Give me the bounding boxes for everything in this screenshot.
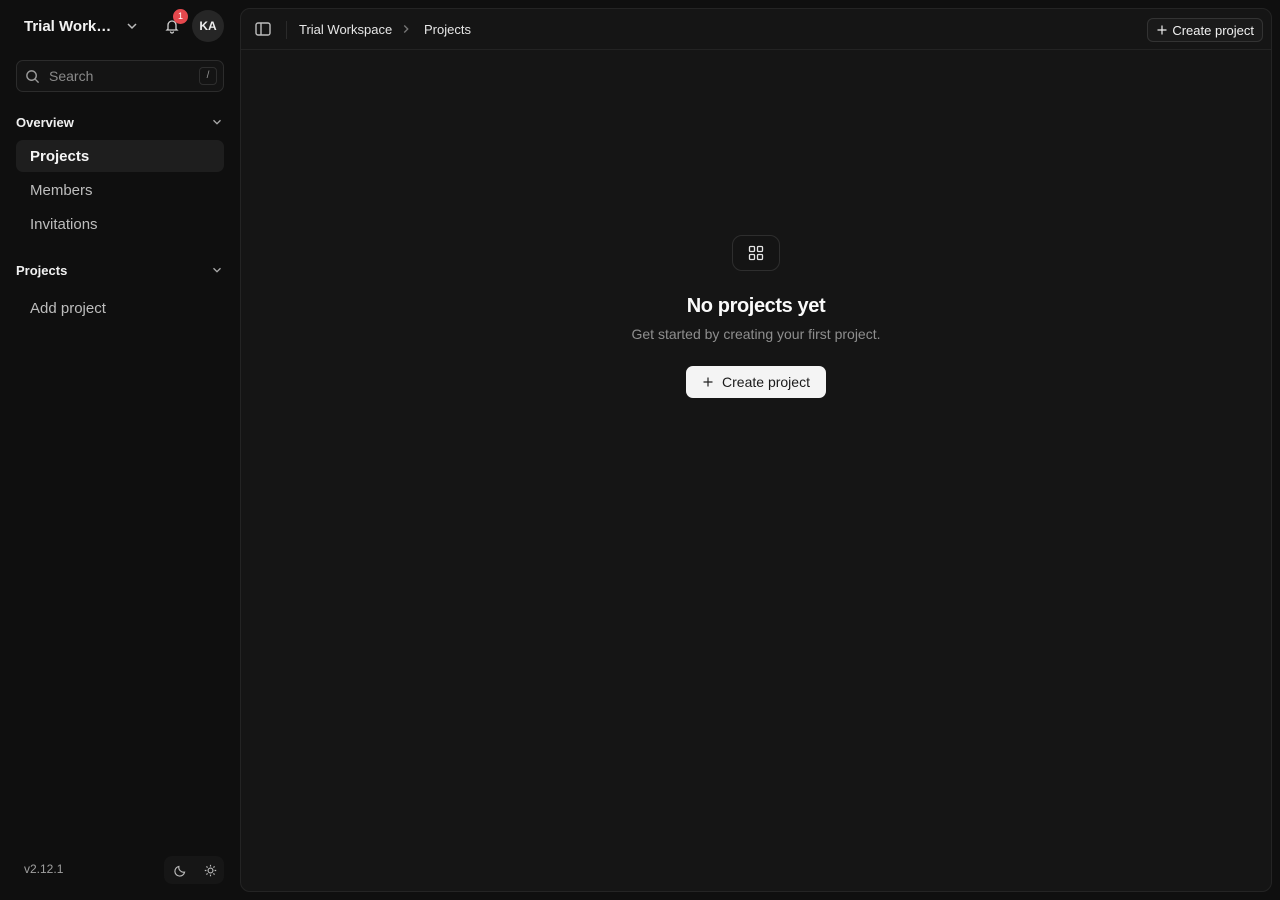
theme-toggle (164, 856, 224, 884)
workspace-name: Trial Works... (24, 17, 112, 35)
moon-icon (173, 865, 185, 877)
empty-state-icon-box (732, 235, 780, 271)
divider (286, 21, 287, 39)
chevron-down-icon (213, 267, 221, 273)
app-root: Trial Works... 1 KA / Overview Projects … (0, 0, 1280, 900)
search-input[interactable] (49, 68, 189, 84)
section-projects-toggle[interactable]: Projects (16, 259, 224, 281)
grid-icon (748, 245, 764, 261)
sidebar-item-invitations[interactable]: Invitations (16, 208, 224, 240)
chevron-down-icon (213, 119, 221, 125)
avatar[interactable]: KA (192, 10, 224, 42)
empty-state-title: No projects yet (686, 295, 826, 317)
section-title: Projects (16, 262, 68, 278)
plus-icon (1157, 25, 1167, 35)
workspace-switcher[interactable]: Trial Works... (16, 10, 146, 42)
notifications-button[interactable]: 1 (160, 9, 188, 38)
search-box[interactable]: / (16, 60, 224, 92)
section-overview-toggle[interactable]: Overview (16, 111, 224, 133)
empty-create-project-button[interactable]: Create project (686, 366, 826, 398)
search-icon (26, 69, 40, 83)
sidebar-item-add-project[interactable]: Add project (16, 292, 224, 324)
chevron-down-icon (127, 23, 137, 30)
main-panel: Trial Workspace Projects Create project … (240, 8, 1272, 892)
sidebar-item-projects[interactable]: Projects (16, 140, 224, 172)
chevron-right-icon (403, 25, 409, 33)
empty-state: No projects yet Get started by creating … (241, 235, 1271, 415)
app-version: v2.12.1 (24, 862, 64, 876)
empty-state-subtitle: Get started by creating your first proje… (631, 326, 881, 342)
sidebar-item-members[interactable]: Members (16, 174, 224, 206)
breadcrumb-workspace[interactable]: Trial Workspace (299, 22, 392, 37)
create-project-label: Create project (1172, 22, 1254, 38)
section-title: Overview (16, 114, 74, 130)
top-bar: Trial Workspace Projects Create project (241, 9, 1271, 50)
dark-mode-button[interactable] (166, 856, 194, 884)
light-mode-button[interactable] (196, 856, 224, 884)
empty-create-project-label: Create project (722, 374, 810, 390)
plus-icon (703, 377, 713, 387)
sidebar: Trial Works... 1 KA / Overview Projects … (0, 0, 240, 900)
notification-badge: 1 (173, 9, 188, 24)
sun-icon (204, 864, 216, 876)
create-project-button[interactable]: Create project (1147, 18, 1263, 42)
search-shortcut-hint: / (199, 67, 217, 85)
breadcrumb-current: Projects (424, 22, 471, 37)
sidebar-toggle-icon[interactable] (253, 19, 273, 39)
